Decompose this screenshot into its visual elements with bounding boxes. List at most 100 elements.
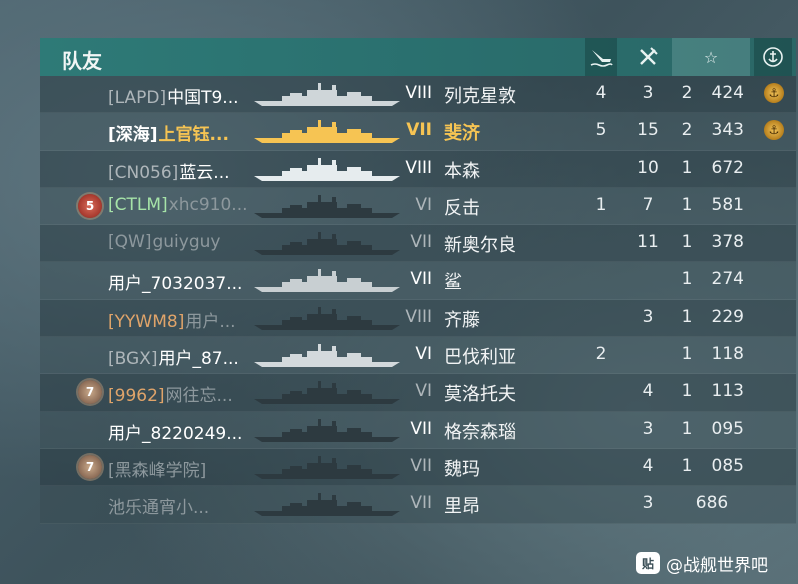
ship-tier: VI — [415, 381, 432, 402]
player-name: [9962]网往忘... — [108, 381, 233, 406]
score-value: 686 — [695, 493, 729, 514]
ship-tier: VII — [410, 232, 432, 253]
ship-name: 本森 — [444, 160, 480, 182]
ship-sinking-icon — [590, 50, 613, 67]
ship-silhouette-icon — [254, 306, 400, 330]
player-nickname: 上官钰... — [158, 125, 229, 146]
ship-name: 莫洛托夫 — [444, 384, 516, 406]
score-value: 118 — [711, 344, 744, 365]
score-value: 672 — [711, 157, 744, 178]
player-name: [BGX]用户_87... — [108, 344, 239, 369]
karma-badge-icon: 5 — [78, 193, 102, 218]
player-name: 用户_7032037... — [108, 269, 242, 294]
ship-tier: VII — [410, 455, 432, 476]
ship-tier: VIII — [405, 83, 432, 103]
player-name: 池乐通宵小... — [108, 493, 209, 518]
ship-silhouette-icon — [254, 381, 400, 405]
clan-tag: [LAPD] — [108, 88, 167, 108]
score-column-header[interactable]: ☆ — [672, 38, 750, 76]
planes-destroyed-count: 15 — [637, 120, 659, 141]
tieba-paw-icon: 贴 — [636, 552, 660, 574]
score-value: 424 — [711, 83, 744, 103]
score-value: 581 — [711, 194, 744, 215]
watermark-text: @战舰世界吧 — [666, 555, 768, 576]
ship-tier: VI — [415, 194, 432, 215]
player-row[interactable]: [BGX]用户_87... VI 巴伐利亚 2 1 118 — [40, 337, 796, 375]
score-thousands: 1 — [681, 194, 693, 215]
plane-shotdown-icon — [640, 47, 658, 65]
score-value: 229 — [711, 306, 744, 327]
ship-name: 巴伐利亚 — [444, 347, 516, 369]
planes-destroyed-column-header[interactable] — [632, 38, 664, 76]
player-nickname: 中国T9... — [167, 88, 239, 108]
player-row[interactable]: [深海]上官钰... VII 斐济 5 15 2 343 ⚓ — [40, 113, 796, 151]
clan-tag: [CN056] — [108, 162, 179, 183]
planes-destroyed-count: 3 — [642, 493, 654, 514]
player-row[interactable]: 池乐通宵小... VII 里昂 3 686 — [40, 486, 796, 524]
player-nickname: 用户_8220249... — [108, 423, 243, 444]
planes-destroyed-count: 7 — [642, 194, 654, 215]
player-row[interactable]: 7 [9962]网往忘... VI 莫洛托夫 4 1 113 — [40, 374, 796, 412]
score-thousands: 1 — [681, 418, 693, 439]
ship-silhouette-icon — [254, 83, 400, 106]
player-name: 用户_8220249... — [108, 419, 242, 444]
player-name: [QW]guiyguy — [108, 232, 220, 252]
score-thousands: 1 — [681, 344, 693, 365]
player-nickname: xhc910... — [168, 194, 248, 215]
ship-silhouette-icon — [254, 418, 400, 442]
player-name: [CN056]蓝云... — [108, 158, 230, 183]
player-row[interactable]: [YYWM8]用户... VIII 齐藤 3 1 229 — [40, 299, 796, 338]
planes-destroyed-count: 3 — [642, 83, 654, 103]
player-row[interactable]: 用户_7032037... VII 鲨 1 274 — [40, 262, 796, 300]
medal-column-header[interactable] — [754, 38, 792, 76]
clan-tag: [黑森峰学院] — [108, 460, 207, 481]
karma-badge-icon: 7 — [78, 454, 102, 479]
player-name: [黑森峰学院] — [108, 456, 207, 481]
ship-tier: VIII — [405, 157, 432, 178]
player-nickname: 网往忘... — [165, 386, 233, 407]
watermark: 贴 @战舰世界吧 — [636, 550, 768, 576]
score-thousands: 1 — [681, 232, 693, 253]
player-row[interactable]: [LAPD]中国T9... VIII 列克星敦 4 3 2 424 ⚓ — [40, 76, 796, 114]
player-nickname: 池乐通宵小... — [108, 498, 210, 519]
score-thousands: 2 — [681, 83, 693, 103]
ships-destroyed-count: 5 — [595, 120, 607, 141]
player-nickname: 用户_7032037... — [108, 274, 243, 295]
ships-destroyed-count: 4 — [595, 83, 607, 103]
ship-tier: VIII — [405, 306, 432, 327]
player-row[interactable]: 7 [黑森峰学院] VII 魏玛 4 1 085 — [40, 448, 796, 487]
player-name: [CTLM]xhc910... — [108, 195, 248, 215]
anchor-medal-icon: ⚓ — [764, 120, 784, 141]
planes-destroyed-count: 11 — [637, 232, 659, 253]
score-thousands: 1 — [681, 455, 693, 476]
ship-silhouette-icon — [254, 157, 400, 181]
clan-tag: [深海] — [108, 125, 158, 146]
ship-name: 鲨 — [444, 272, 462, 294]
ship-name: 新奥尔良 — [444, 235, 516, 257]
ship-name: 反击 — [444, 197, 480, 219]
score-thousands: 1 — [681, 269, 693, 290]
score-thousands: 1 — [681, 381, 693, 402]
clan-tag: [YYWM8] — [108, 311, 185, 332]
player-nickname: 蓝云... — [179, 162, 230, 183]
ship-tier: VII — [410, 269, 432, 290]
ship-silhouette-icon — [254, 344, 400, 368]
planes-destroyed-count: 4 — [642, 455, 654, 476]
clan-tag: [BGX] — [108, 349, 158, 370]
ship-name: 斐济 — [444, 123, 480, 145]
score-thousands: 1 — [681, 306, 693, 327]
player-row[interactable]: 用户_8220249... VII 格奈森瑙 3 1 095 — [40, 411, 796, 449]
ship-tier: VII — [410, 418, 432, 439]
player-nickname: 用户... — [185, 311, 236, 332]
ship-name: 里昂 — [444, 496, 480, 518]
ships-destroyed-count: 1 — [595, 194, 607, 215]
player-row[interactable]: 5 [CTLM]xhc910... VI 反击 1 7 1 581 — [40, 187, 796, 226]
ship-silhouette-icon — [254, 455, 400, 479]
player-row[interactable]: [QW]guiyguy VII 新奥尔良 11 1 378 — [40, 225, 796, 263]
ships-destroyed-column-header[interactable] — [585, 38, 617, 76]
ships-destroyed-count: 2 — [595, 344, 607, 365]
player-row[interactable]: [CN056]蓝云... VIII 本森 10 1 672 — [40, 150, 796, 188]
player-name: [LAPD]中国T9... — [108, 83, 239, 108]
ship-tier: VII — [410, 493, 432, 514]
player-name: [YYWM8]用户... — [108, 307, 236, 332]
